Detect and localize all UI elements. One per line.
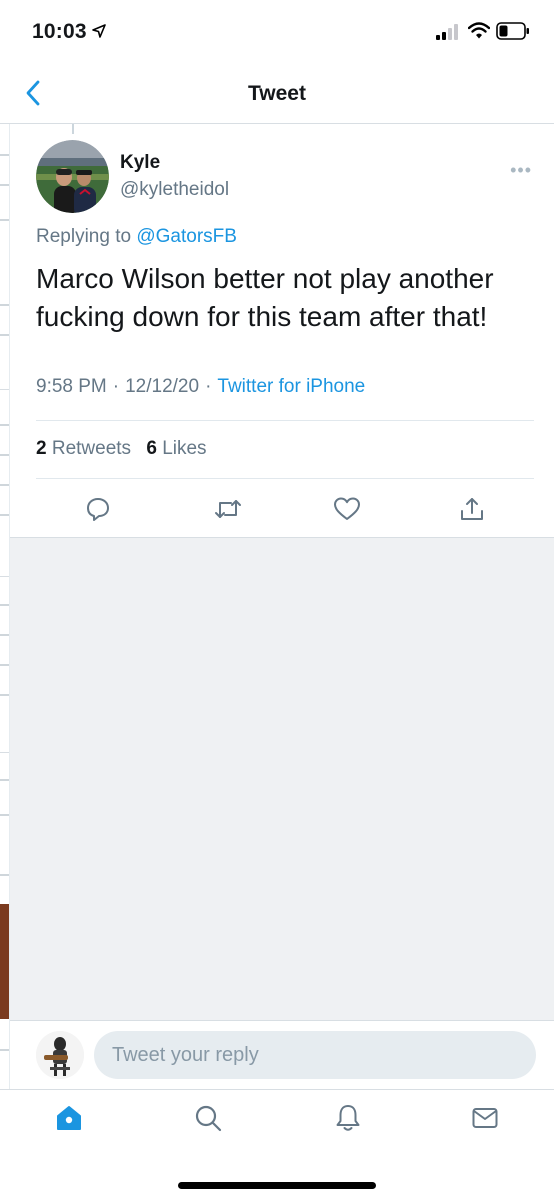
wifi-icon [467, 22, 491, 45]
meta-separator: · [205, 376, 212, 397]
location-arrow-icon [92, 24, 106, 43]
search-icon [193, 1103, 223, 1138]
thread-line [72, 124, 74, 134]
home-indicator [178, 1182, 376, 1189]
replying-to-link[interactable]: @GatorsFB [136, 226, 237, 247]
user-handle[interactable]: @kyletheidol [120, 179, 229, 201]
retweet-icon [214, 496, 242, 527]
reply-input[interactable] [94, 1031, 536, 1079]
home-icon [54, 1103, 84, 1138]
nav-header: Tweet [0, 66, 554, 124]
avatar[interactable] [36, 140, 109, 213]
tab-search[interactable] [192, 1104, 224, 1136]
tweet-source-link[interactable]: Twitter for iPhone [217, 376, 365, 397]
reply-composer [10, 1020, 554, 1089]
reply-icon [85, 496, 111, 527]
tweet-actions [10, 486, 554, 536]
display-name[interactable]: Kyle [120, 152, 160, 174]
meta-separator: · [112, 376, 120, 397]
mail-icon [470, 1103, 500, 1138]
retweet-button[interactable] [213, 496, 243, 526]
my-avatar[interactable] [36, 1031, 84, 1079]
retweets-label: Retweets [51, 438, 132, 459]
reply-button[interactable] [83, 496, 113, 526]
tweet-text: Marco Wilson better not play another fuc… [36, 263, 494, 332]
battery-icon [496, 22, 530, 45]
status-time: 10:03 [32, 20, 87, 43]
tweet-time: 9:58 PM [36, 376, 107, 397]
tweet-meta: 9:58 PM · 12/12/20 · Twitter for iPhone [36, 376, 365, 398]
share-icon [459, 496, 485, 527]
heart-icon [333, 496, 361, 527]
more-options-button[interactable]: ••• [510, 160, 532, 181]
page-title: Tweet [248, 82, 306, 105]
likes-stat[interactable]: 6 Likes [146, 438, 206, 459]
signal-icon [436, 24, 462, 45]
tweet-date: 12/12/20 [125, 376, 200, 397]
like-button[interactable] [332, 496, 362, 526]
replying-to: Replying to @GatorsFB [36, 226, 237, 248]
replies-area [10, 538, 554, 1020]
background-timeline-edge [0, 124, 10, 1089]
share-button[interactable] [457, 496, 487, 526]
likes-label: Likes [162, 438, 207, 459]
engagement-stats: 2 Retweets 6 Likes [36, 438, 217, 460]
replying-to-label: Replying to [36, 226, 137, 247]
retweets-count: 2 [36, 438, 47, 459]
retweets-stat[interactable]: 2 Retweets [36, 438, 131, 459]
bell-icon [333, 1103, 363, 1138]
tweet-detail: Kyle @kyletheidol ••• Replying to @Gator… [10, 124, 554, 538]
divider [36, 478, 534, 479]
tab-home[interactable] [53, 1104, 85, 1136]
divider [36, 420, 534, 421]
likes-count: 6 [146, 438, 157, 459]
status-bar: 10:03 [0, 0, 554, 66]
tab-messages[interactable] [469, 1104, 501, 1136]
tab-notifications[interactable] [332, 1104, 364, 1136]
